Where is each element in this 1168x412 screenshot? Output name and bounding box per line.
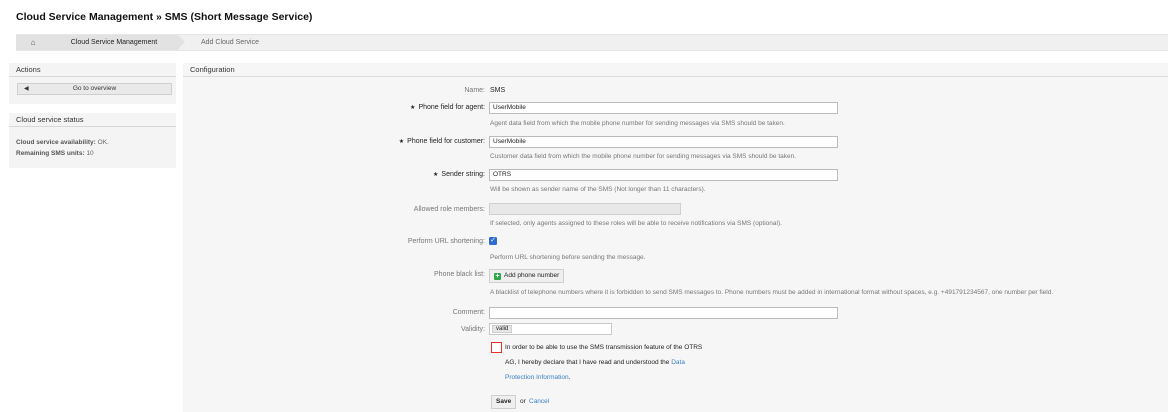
- breadcrumb-separator: [178, 35, 185, 49]
- status-header: Cloud service status: [9, 113, 176, 127]
- required-star-icon: ★: [410, 105, 416, 111]
- units-value: 10: [86, 150, 94, 157]
- configuration-panel: Configuration Name: SMS ★ Phone field for…: [183, 63, 1168, 412]
- breadcrumb-item-add-cloud-service: Add Cloud Service: [201, 39, 259, 46]
- comment-input[interactable]: [489, 307, 838, 319]
- units-line: Remaining SMS units: 10: [16, 150, 94, 157]
- phone-agent-input[interactable]: UserMobile: [489, 102, 838, 114]
- actions-header: Actions: [9, 63, 176, 77]
- blacklist-label: Phone black list:: [434, 271, 485, 278]
- data-protection-link[interactable]: Data: [671, 359, 685, 366]
- required-star-icon: ★: [433, 172, 439, 178]
- arrow-left-icon: ◀: [24, 86, 29, 92]
- cloud-service-status-box: Cloud service status Cloud service avail…: [9, 113, 176, 168]
- or-text: or: [520, 398, 526, 405]
- phone-agent-label: ★ Phone field for agent:: [410, 104, 485, 111]
- availability-line: Cloud service availability: OK.: [16, 139, 109, 146]
- actions-box: Actions ◀ Go to overview: [9, 63, 176, 104]
- phone-customer-label: ★ Phone field for customer:: [398, 138, 485, 145]
- breadcrumb-item-cloud-service-management[interactable]: Cloud Service Management: [50, 35, 178, 50]
- page-title: Cloud Service Management » SMS (Short Me…: [16, 11, 313, 23]
- sender-hint: Will be shown as sender name of the SMS …: [490, 186, 706, 193]
- url-shortening-label: Perform URL shortening:: [407, 238, 485, 245]
- sender-input[interactable]: OTRS: [489, 169, 838, 181]
- go-to-overview-label: Go to overview: [72, 85, 117, 92]
- url-shortening-hint: Perform URL shortening before sending th…: [490, 254, 646, 261]
- roles-label: Allowed role members:: [413, 206, 485, 213]
- go-to-overview-button[interactable]: ◀ Go to overview: [17, 83, 172, 95]
- save-button[interactable]: Save: [491, 395, 517, 409]
- sender-label: ★ Sender string:: [433, 171, 485, 178]
- phone-customer-hint: Customer data field from which the mobil…: [490, 153, 797, 160]
- required-star-icon: ★: [398, 139, 405, 145]
- plus-icon: +: [494, 273, 501, 280]
- cancel-link[interactable]: Cancel: [529, 398, 549, 405]
- data-protection-checkbox[interactable]: [491, 342, 502, 353]
- blacklist-hint: A blacklist of telephone numbers where i…: [490, 289, 1054, 296]
- roles-select[interactable]: [489, 203, 681, 215]
- add-phone-number-button[interactable]: + Add phone number: [489, 269, 565, 283]
- configuration-header: Configuration: [183, 63, 1168, 77]
- validity-selected-tag: valid: [492, 325, 513, 333]
- declaration-line-2: AG, I hereby declare that I have read an…: [505, 359, 685, 366]
- home-icon[interactable]: ⌂: [16, 35, 50, 50]
- comment-label: Comment:: [452, 309, 485, 316]
- name-value: SMS: [490, 87, 506, 94]
- roles-hint: If selected, only agents assigned to the…: [490, 220, 782, 227]
- phone-agent-hint: Agent data field from which the mobile p…: [490, 120, 785, 127]
- availability-label: Cloud service availability:: [16, 139, 96, 146]
- units-label: Remaining SMS units:: [16, 150, 85, 157]
- availability-value: OK.: [97, 139, 109, 146]
- breadcrumb: ⌂ Cloud Service Management Add Cloud Ser…: [16, 34, 1168, 51]
- validity-select[interactable]: valid: [489, 323, 612, 335]
- phone-customer-input[interactable]: UserMobile: [489, 136, 838, 148]
- validity-label: Validity:: [461, 326, 485, 333]
- declaration-line-3: Protection Information.: [505, 374, 571, 381]
- protection-information-link[interactable]: Protection Information: [505, 374, 569, 381]
- url-shortening-checkbox[interactable]: ✓: [489, 237, 497, 245]
- declaration-line-1: In order to be able to use the SMS trans…: [505, 344, 703, 351]
- name-label: Name:: [464, 87, 485, 94]
